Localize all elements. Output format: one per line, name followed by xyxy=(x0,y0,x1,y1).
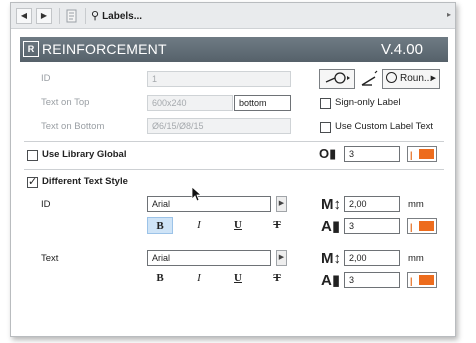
text-pen-swatch[interactable]: | xyxy=(407,272,437,288)
shape-select-button[interactable]: Roun... ▶ xyxy=(382,69,440,89)
pen-color xyxy=(419,275,434,285)
section-divider xyxy=(24,141,444,142)
id-strikethrough-button[interactable]: T xyxy=(264,217,290,234)
previous-arrow-icon[interactable]: ◀ xyxy=(16,8,32,24)
text-on-bottom-field[interactable]: Ø6/15/Ø8/15 xyxy=(147,118,291,134)
text-position-field[interactable]: bottom xyxy=(234,95,291,111)
id-field[interactable]: 1 xyxy=(147,71,291,87)
text-on-top-label: Text on Top xyxy=(41,97,90,108)
id-size-field[interactable]: 2,00 xyxy=(344,196,400,212)
toolbar: ◀ ▶ ⚲ Labels... ▸ xyxy=(11,3,455,29)
pen-color xyxy=(419,221,434,231)
text-size-field[interactable]: 2,00 xyxy=(344,250,400,266)
id-bold-button[interactable]: B xyxy=(147,217,173,234)
document-icon[interactable] xyxy=(64,8,80,24)
text-on-bottom-label: Text on Bottom xyxy=(41,121,105,132)
use-library-global-checkbox[interactable] xyxy=(27,150,38,161)
id-underline-button[interactable]: U xyxy=(225,217,251,234)
reinforcement-logo-icon: R xyxy=(23,41,39,57)
id-font-arrow-icon[interactable]: ▶ xyxy=(276,196,287,212)
text-italic-button[interactable]: I xyxy=(186,270,212,287)
pen-icon: | xyxy=(410,222,413,232)
text-size-unit: mm xyxy=(408,253,424,264)
text-style-label: Text xyxy=(41,253,59,264)
text-font-arrow-icon[interactable]: ▶ xyxy=(276,250,287,266)
toolbar-separator xyxy=(85,8,86,24)
id-pen-swatch[interactable]: | xyxy=(407,218,437,234)
section-divider xyxy=(24,169,444,170)
text-pen-icon: A▮ xyxy=(321,272,341,289)
text-bold-button[interactable]: B xyxy=(147,270,173,287)
toolbar-expand-icon[interactable]: ▸ xyxy=(447,10,451,19)
header-title: REINFORCEMENT xyxy=(42,41,167,57)
pen-color xyxy=(419,149,434,159)
pen-icon: | xyxy=(410,150,413,160)
angle-icon[interactable] xyxy=(359,69,379,89)
round-shape-icon xyxy=(386,72,397,83)
mouse-cursor-icon xyxy=(191,186,203,202)
shape-select-label: Roun... xyxy=(400,73,433,84)
text-pen-icon: A▮ xyxy=(321,218,341,235)
library-pen-field[interactable]: 3 xyxy=(344,146,400,162)
text-pen-field[interactable]: 3 xyxy=(344,272,400,288)
custom-label-text: Use Custom Label Text xyxy=(335,121,434,132)
text-on-top-field[interactable]: 600x240 xyxy=(147,95,233,111)
text-size-icon: M↕ xyxy=(321,196,341,213)
id-style-label: ID xyxy=(41,199,51,210)
text-strikethrough-button[interactable]: T xyxy=(264,270,290,287)
next-arrow-icon[interactable]: ▶ xyxy=(36,8,52,24)
label-settings-panel: ◀ ▶ ⚲ Labels... ▸ R REINFORCEMENT V.4.00 … xyxy=(10,2,456,337)
text-underline-button[interactable]: U xyxy=(225,270,251,287)
label-pointer-icon xyxy=(325,72,350,84)
sign-only-checkbox[interactable] xyxy=(320,98,331,109)
sign-only-label: Sign-only Label xyxy=(335,97,401,108)
toolbar-separator xyxy=(59,8,60,24)
dropdown-arrow-icon: ▶ xyxy=(430,75,436,82)
text-size-icon: M↕ xyxy=(321,250,341,267)
label-pointer-button[interactable] xyxy=(319,69,355,89)
labels-title: Labels... xyxy=(102,11,143,22)
library-pen-swatch[interactable]: | xyxy=(407,146,437,162)
text-font-field[interactable]: Arial xyxy=(147,250,271,266)
id-font-field[interactable]: Arial xyxy=(147,196,271,212)
different-text-style-checkbox[interactable] xyxy=(27,175,38,188)
id-size-unit: mm xyxy=(408,199,424,210)
version-label: V.4.00 xyxy=(381,41,423,58)
id-italic-button[interactable]: I xyxy=(186,217,212,234)
use-library-global-label: Use Library Global xyxy=(42,149,127,160)
pen-icon: | xyxy=(410,276,413,286)
different-text-style-label: Different Text Style xyxy=(42,176,128,187)
custom-label-checkbox[interactable] xyxy=(320,122,331,133)
labels-dropdown[interactable]: ⚲ Labels... xyxy=(91,9,142,22)
settings-header: R REINFORCEMENT V.4.00 xyxy=(20,37,448,62)
marker-pen-icon: O▮ xyxy=(319,146,337,161)
id-label: ID xyxy=(41,73,51,84)
label-tag-icon: ⚲ xyxy=(91,10,100,22)
id-pen-field[interactable]: 3 xyxy=(344,218,400,234)
